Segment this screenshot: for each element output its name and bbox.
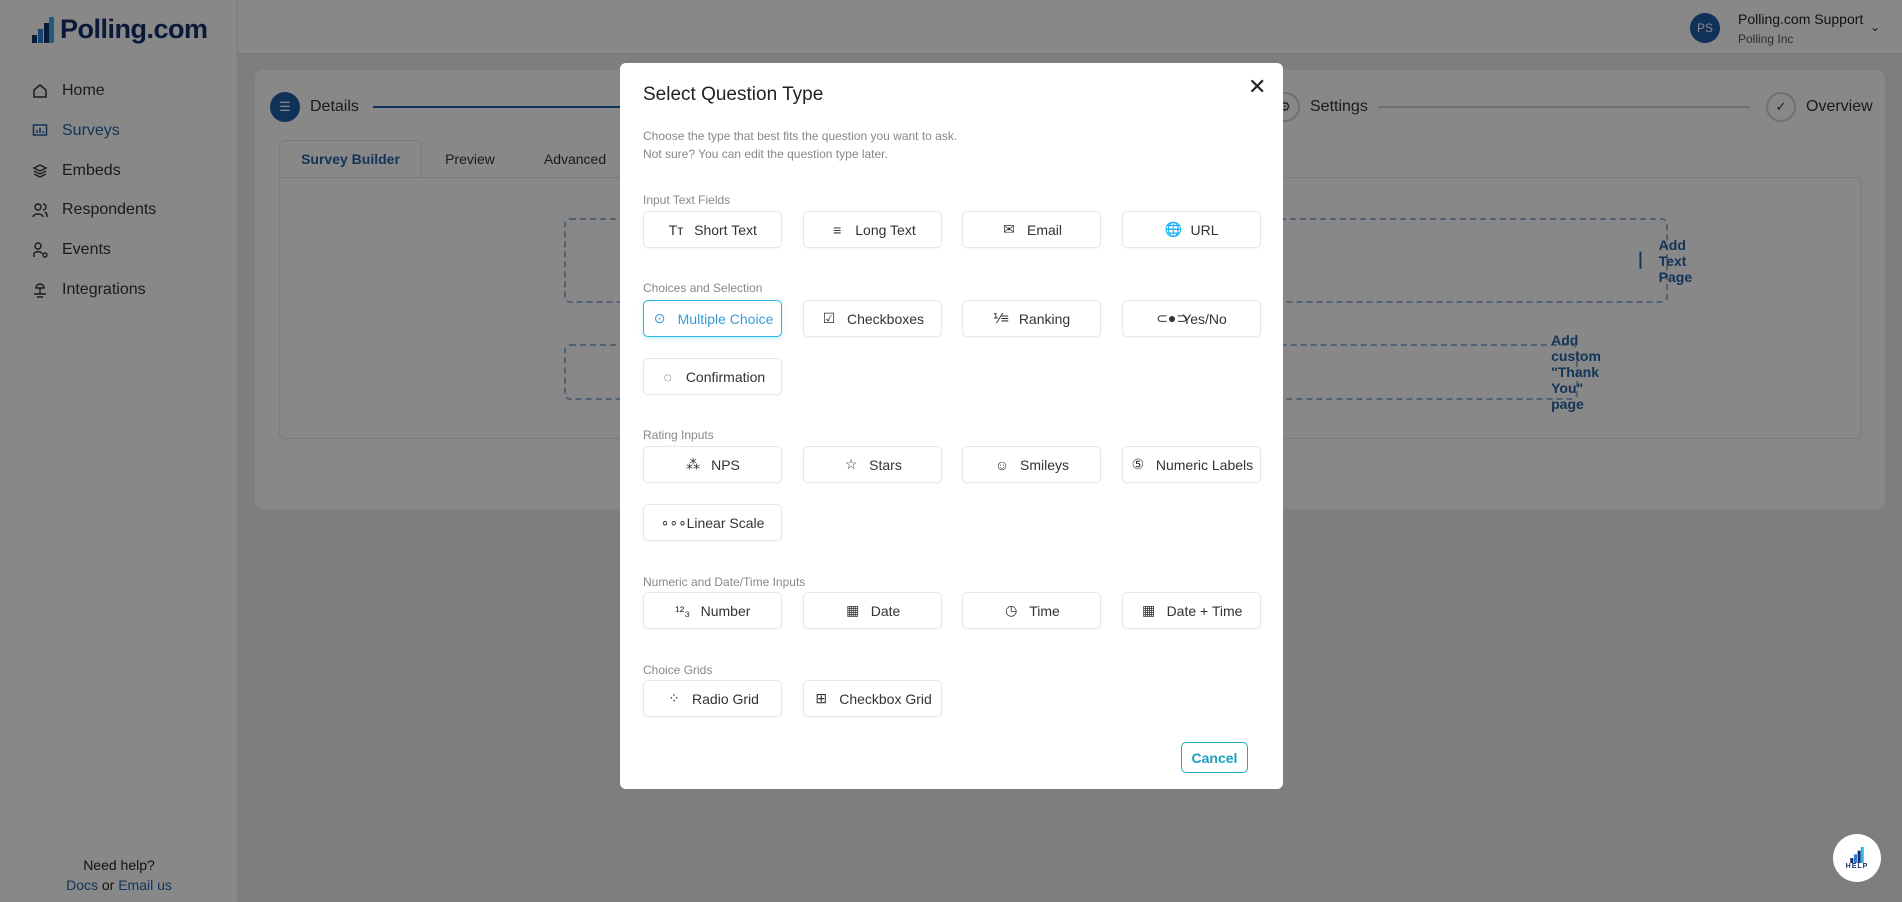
number-icon: ¹²₃ <box>675 602 691 619</box>
section-label: Choices and Selection <box>643 281 763 295</box>
time-icon: ◷ <box>1005 602 1018 618</box>
question-type-email[interactable]: ✉ Email <box>962 211 1101 248</box>
question-type-confirmation[interactable]: ◌ Confirmation <box>643 358 782 395</box>
desc-line: Choose the type that best fits the quest… <box>643 129 958 143</box>
url-icon: 🌐 <box>1164 221 1182 237</box>
numeric-labels-icon: ⑤ <box>1131 456 1145 472</box>
section-label: Input Text Fields <box>643 193 731 207</box>
question-type-label: Short Text <box>694 221 757 238</box>
question-type-label: Linear Scale <box>686 514 765 531</box>
question-type-linear-scale[interactable]: ∘∘∘ Linear Scale <box>643 504 782 541</box>
select-question-type-modal: Select Question Type ✕ Choose the type t… <box>620 63 1283 789</box>
desc-line: Not sure? You can edit the question type… <box>643 147 888 161</box>
checkboxes-icon: ☑ <box>822 310 836 326</box>
question-type-checkbox-grid[interactable]: ⊞ Checkbox Grid <box>803 680 942 717</box>
checkbox-grid-icon: ⊞ <box>815 690 828 706</box>
date-icon: ▦ <box>846 602 860 618</box>
multiple-choice-icon: ⊙ <box>653 310 666 326</box>
email-icon: ✉ <box>1003 221 1015 237</box>
question-type-smileys[interactable]: ☺ Smileys <box>962 446 1101 483</box>
stars-icon: ☆ <box>844 456 858 472</box>
section-label: Numeric and Date/Time Inputs <box>643 575 806 589</box>
question-type-numeric-labels[interactable]: ⑤ Numeric Labels <box>1122 446 1261 483</box>
modal-title: Select Question Type <box>643 84 824 105</box>
question-type-label: Checkboxes <box>846 310 925 327</box>
radio-grid-icon: ⁘ <box>668 690 680 706</box>
question-type-long-text[interactable]: ≡ Long Text <box>803 211 942 248</box>
long-text-icon: ≡ <box>833 221 842 238</box>
question-type-multiple-choice[interactable]: ⊙ Multiple Choice <box>643 300 782 337</box>
question-type-date-time[interactable]: ▦ Date + Time <box>1122 592 1261 629</box>
modal-description: Choose the type that best fits the quest… <box>643 127 957 163</box>
linear-scale-icon: ∘∘∘ <box>660 514 687 530</box>
section-label: Choice Grids <box>643 663 713 677</box>
question-type-label: Stars <box>869 456 902 473</box>
question-type-label: Smileys <box>1019 456 1069 473</box>
question-type-label: Long Text <box>855 221 916 238</box>
question-type-label: Checkbox Grid <box>839 690 932 707</box>
question-type-label: Radio Grid <box>692 690 759 707</box>
help-label: HELP <box>1845 862 1869 870</box>
question-type-time[interactable]: ◷ Time <box>962 592 1101 629</box>
question-type-label: Multiple Choice <box>677 310 774 327</box>
question-type-url[interactable]: 🌐 URL <box>1122 211 1261 248</box>
question-type-label: URL <box>1190 221 1219 238</box>
question-type-label: Time <box>1029 602 1060 619</box>
section-label: Rating Inputs <box>643 428 714 442</box>
question-type-label: Date <box>870 602 901 619</box>
question-type-label: NPS <box>711 456 740 473</box>
date-time-icon: ▦ <box>1141 602 1156 618</box>
question-type-label: Yes/No <box>1182 310 1227 327</box>
yes-no-icon: ⊂●⊃ <box>1156 310 1189 326</box>
logo-icon <box>1850 846 1864 863</box>
question-type-label: Numeric Labels <box>1155 456 1254 473</box>
help-button[interactable]: HELP <box>1833 834 1881 882</box>
question-type-stars[interactable]: ☆ Stars <box>803 446 942 483</box>
confirmation-icon: ◌ <box>663 368 672 385</box>
short-text-icon: Tт <box>668 221 684 238</box>
smileys-icon: ☺ <box>994 456 1010 473</box>
question-type-label: Number <box>700 602 751 619</box>
question-type-radio-grid[interactable]: ⁘ Radio Grid <box>643 680 782 717</box>
question-type-number[interactable]: ¹²₃ Number <box>643 592 782 629</box>
question-type-checkboxes[interactable]: ☑ Checkboxes <box>803 300 942 337</box>
question-type-ranking[interactable]: ⅟≡ Ranking <box>962 300 1101 337</box>
question-type-date[interactable]: ▦ Date <box>803 592 942 629</box>
question-type-short-text[interactable]: Tт Short Text <box>643 211 782 248</box>
question-type-label: Ranking <box>1018 310 1071 327</box>
ranking-icon: ⅟≡ <box>992 310 1009 326</box>
nps-icon: ⁂ <box>686 456 701 472</box>
question-type-nps[interactable]: ⁂ NPS <box>643 446 782 483</box>
question-type-label: Email <box>1026 221 1062 238</box>
question-type-label: Confirmation <box>685 368 766 385</box>
question-type-yes-no[interactable]: ⊂●⊃ Yes/No <box>1122 300 1261 337</box>
question-type-label: Date + Time <box>1166 602 1243 619</box>
close-icon[interactable]: ✕ <box>1248 76 1266 98</box>
cancel-button[interactable]: Cancel <box>1181 742 1248 773</box>
